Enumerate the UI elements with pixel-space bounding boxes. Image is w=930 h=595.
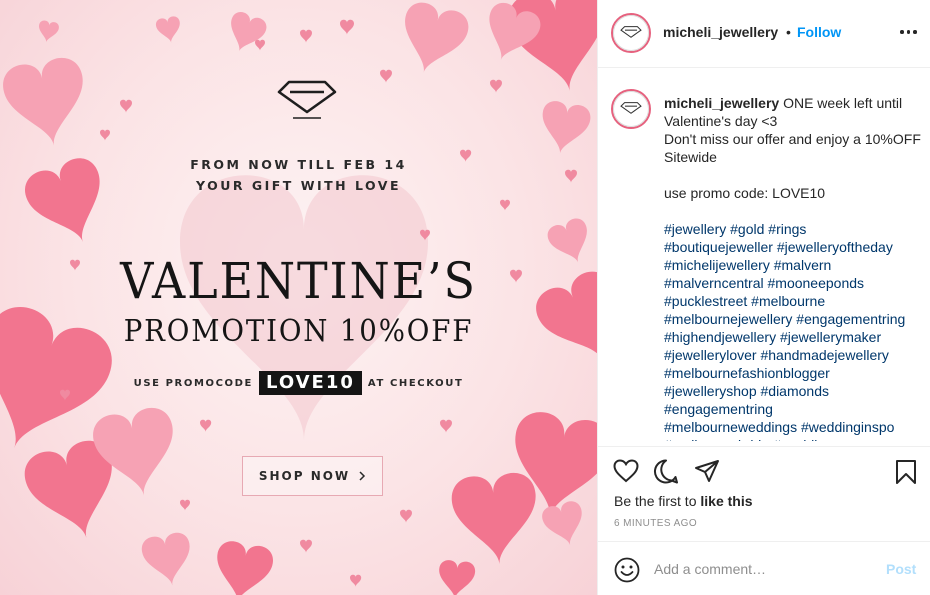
diamond-logo-icon	[277, 80, 337, 119]
hashtag-link[interactable]: #diamonds	[761, 383, 830, 399]
heart-icon[interactable]	[613, 459, 639, 483]
hashtag-link[interactable]: #malvern	[774, 257, 832, 273]
caption-avatar[interactable]	[611, 89, 651, 129]
hashtag-line: #jewellery #gold #rings	[664, 220, 924, 238]
avatar[interactable]	[611, 13, 651, 53]
like-this-link[interactable]: like this	[700, 493, 752, 509]
likes-prefix: Be the first to	[614, 493, 701, 509]
caption-area: micheli_jewellery ONE week left until Va…	[598, 69, 930, 441]
hashtag-link[interactable]: #melbournefashionblogger	[664, 365, 830, 381]
comment-icon[interactable]	[653, 459, 679, 484]
hashtag-line: #melbournefashionblogger	[664, 364, 924, 382]
hashtag-link[interactable]: #jewellery	[664, 221, 726, 237]
share-icon[interactable]	[694, 459, 720, 483]
chevron-right-icon	[359, 471, 366, 481]
hashtag-link[interactable]: #mooneeponds	[768, 275, 865, 291]
bookmark-icon[interactable]	[895, 459, 917, 485]
promo-title: VALENTINE’S	[120, 252, 477, 310]
hashtag-link[interactable]: #pucklestreet	[664, 293, 747, 309]
hashtag-link[interactable]: #melbourneweddings	[664, 419, 797, 435]
hashtag-link[interactable]: #handmadejewellery	[760, 347, 888, 363]
promo-code-row: USE PROMOCODE LOVE10 AT CHECKOUT	[0, 371, 597, 395]
hashtag-line: #melbournebride #wedding	[664, 436, 924, 441]
hashtag-link[interactable]: #weddinginspo	[801, 419, 894, 435]
follow-button[interactable]: Follow	[797, 24, 841, 40]
hashtag-line: #boutiquejeweller #jewelleryoftheday	[664, 238, 924, 256]
caption-line	[664, 166, 924, 184]
caption-line	[664, 202, 924, 220]
promo-code: LOVE10	[258, 371, 362, 395]
hashtag-line: #melbourneweddings #weddinginspo	[664, 418, 924, 436]
timestamp[interactable]: 6 MINUTES AGO	[614, 518, 697, 529]
hashtag-line: #melbournejewellery #engagementring	[664, 310, 924, 328]
promo-code-prefix: USE PROMOCODE	[133, 377, 253, 389]
hashtag-line: #malverncentral #mooneeponds	[664, 274, 924, 292]
hashtag-line: #pucklestreet #melbourne	[664, 292, 924, 310]
hashtag-line: #engagementring	[664, 400, 924, 418]
hashtag-link[interactable]: #rings	[768, 221, 806, 237]
likes-line: Be the first to like this	[614, 493, 753, 509]
caption-line: micheli_jewellery ONE week left until Va…	[664, 94, 924, 130]
hashtag-link[interactable]: #engagementring	[796, 311, 905, 327]
caption-username[interactable]: micheli_jewellery	[664, 95, 779, 111]
hashtag-link[interactable]: #jewellerylover	[664, 347, 757, 363]
hashtag-line: #highendjewellery #jewellerymaker	[664, 328, 924, 346]
comment-input[interactable]	[654, 558, 874, 580]
hashtag-line: #jewellerylover #handmadejewellery	[664, 346, 924, 364]
hashtag-list: #jewellery #gold #rings #boutiquejeweller…	[664, 220, 924, 441]
hashtag-link[interactable]: #melbournejewellery	[664, 311, 792, 327]
post-button[interactable]: Post	[886, 561, 916, 577]
post-header: micheli_jewellery • Follow	[598, 0, 930, 68]
hashtag-link[interactable]: #highendjewellery	[664, 329, 776, 345]
diamond-icon	[620, 26, 642, 38]
hashtag-link[interactable]: #michelijewellery	[664, 257, 770, 273]
caption-line: Don't miss our offer and enjoy a 10%OFF …	[664, 131, 921, 165]
hashtag-link[interactable]: #melbournebride	[664, 437, 769, 441]
separator-dot: •	[786, 24, 791, 40]
hashtag-link[interactable]: #jewellerymaker	[780, 329, 881, 345]
hashtag-line: #michelijewellery #malvern	[664, 256, 924, 274]
hashtag-link[interactable]: #boutiquejeweller	[664, 239, 773, 255]
hashtag-line: #jewelleryshop #diamonds	[664, 382, 924, 400]
post-actions: Be the first to like this 6 MINUTES AGO	[598, 446, 930, 540]
shop-now-button[interactable]: SHOP NOW	[242, 456, 383, 496]
promo-gift-line: YOUR GIFT WITH LOVE	[196, 178, 401, 193]
shop-now-label: SHOP NOW	[258, 469, 351, 483]
hashtag-link[interactable]: #jewelleryshop	[664, 383, 757, 399]
hashtag-link[interactable]: #wedding	[773, 437, 833, 441]
promo-subtitle: PROMOTION 10%OFF	[123, 314, 474, 349]
post-details-panel: micheli_jewellery • Follow micheli_jewel…	[597, 0, 930, 595]
comment-bar: Post	[598, 541, 930, 595]
header-username[interactable]: micheli_jewellery	[663, 24, 778, 40]
hashtag-link[interactable]: #engagementring	[664, 401, 773, 417]
post-image[interactable]: FROM NOW TILL FEB 14 YOUR GIFT WITH LOVE…	[0, 0, 597, 595]
diamond-icon	[620, 102, 642, 114]
emoji-icon[interactable]	[614, 557, 640, 583]
caption-text: micheli_jewellery ONE week left until Va…	[664, 94, 924, 441]
promo-date-line: FROM NOW TILL FEB 14	[190, 157, 407, 172]
promo-code-suffix: AT CHECKOUT	[367, 377, 464, 389]
hashtag-link[interactable]: #jewelleryoftheday	[777, 239, 893, 255]
caption-line: use promo code: LOVE10	[664, 185, 826, 201]
hashtag-link[interactable]: #gold	[730, 221, 764, 237]
more-options-icon[interactable]	[900, 30, 917, 34]
hashtag-link[interactable]: #melbourne	[751, 293, 825, 309]
hashtag-link[interactable]: #malverncentral	[664, 275, 764, 291]
